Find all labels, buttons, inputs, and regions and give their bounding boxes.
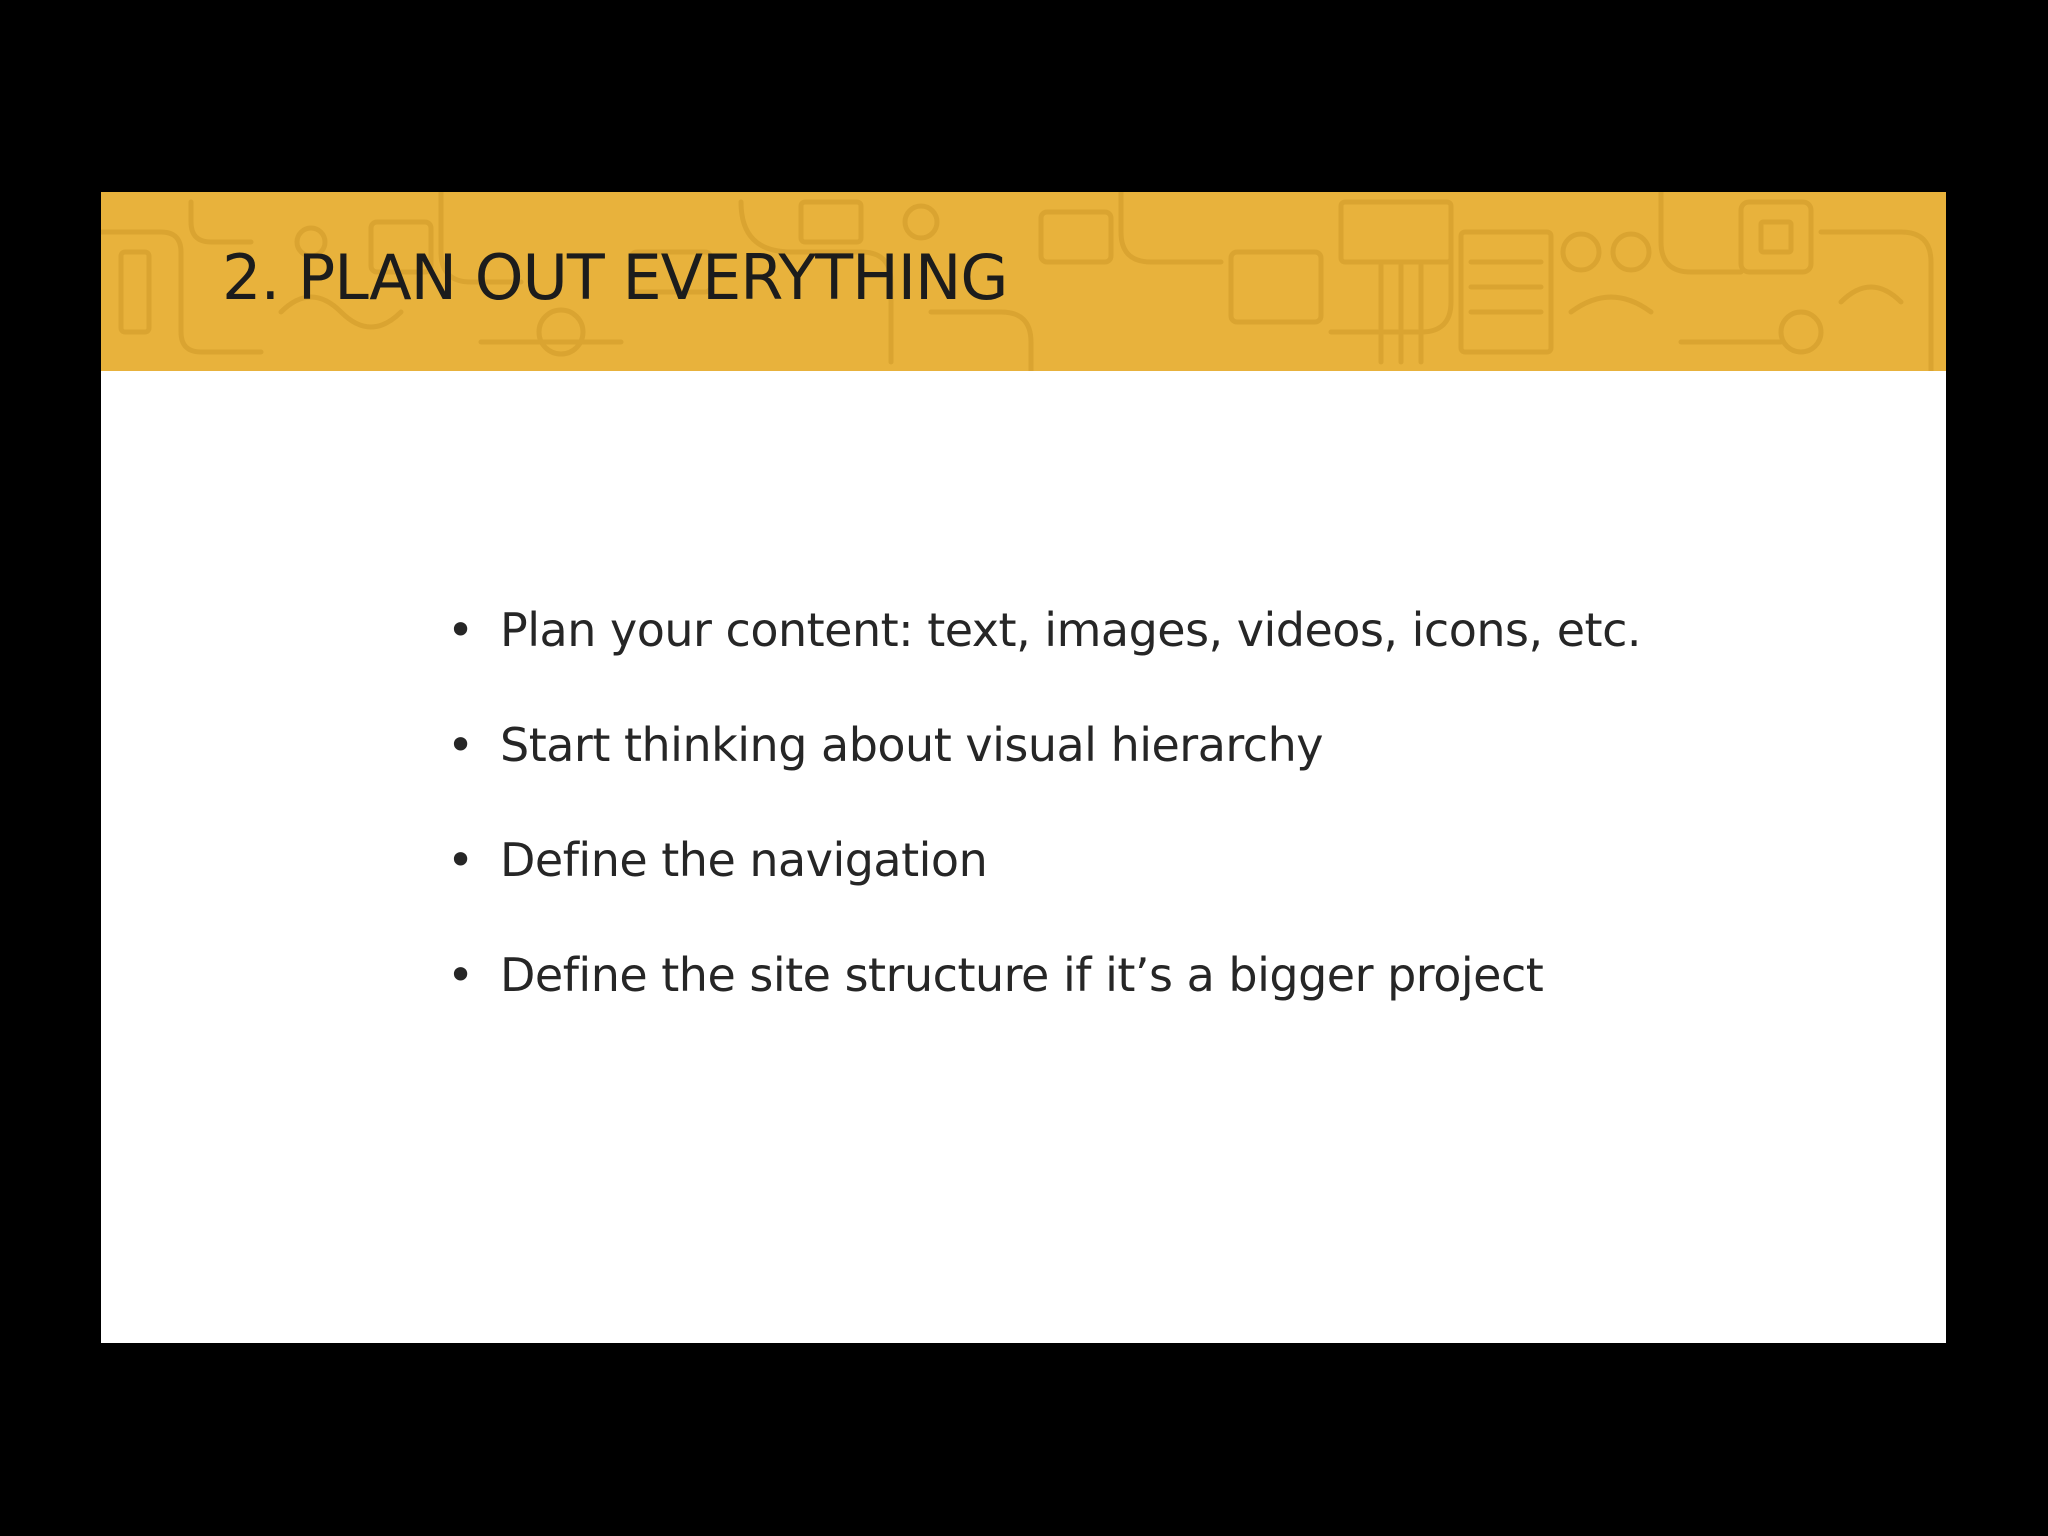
bullet-icon: • [447,833,474,887]
bullet-icon: • [447,718,474,772]
bullet-text: Plan your content: text, images, videos,… [500,603,1641,657]
bullet-icon: • [447,603,474,657]
bullet-icon: • [447,948,474,1002]
bullet-text: Start thinking about visual hierarchy [500,718,1323,772]
slide: 2. PLAN OUT EVERYTHING • Plan your conte… [101,192,1946,1343]
bullet-text: Define the site structure if it’s a bigg… [500,948,1544,1002]
bullet-text: Define the navigation [500,833,988,887]
slide-title: 2. PLAN OUT EVERYTHING [222,241,1008,314]
title-banner: 2. PLAN OUT EVERYTHING [101,192,1946,371]
